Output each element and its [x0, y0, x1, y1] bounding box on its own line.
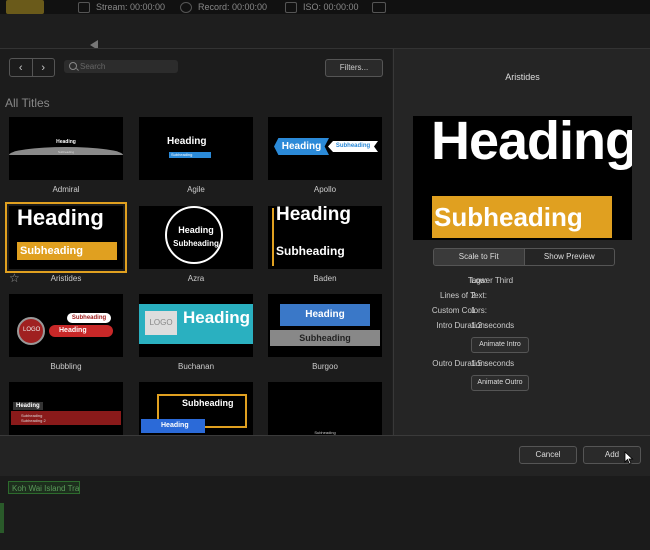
colors-label: Custom Colors:	[431, 306, 487, 315]
tile-thumbnail: Heading Subheading	[9, 117, 123, 180]
tile-bubbling[interactable]: Heading Subheading LOGO Bubbling	[9, 294, 123, 371]
tile-row4-3[interactable]: Subheading	[268, 382, 382, 435]
cancel-button[interactable]: Cancel	[519, 446, 577, 464]
search-icon	[69, 62, 77, 70]
animate-outro-button[interactable]: Animate Outro	[471, 375, 529, 391]
iso-icon	[285, 2, 297, 14]
favorite-star-icon[interactable]: ☆	[9, 271, 20, 285]
title-preview: Heading Subheading	[413, 116, 632, 240]
timeline-clip-edge	[0, 503, 4, 533]
colors-value: 1	[471, 306, 476, 315]
lines-value: 2	[471, 291, 476, 300]
tile-apollo[interactable]: Heading Subheading Apollo	[268, 117, 382, 194]
timeline-background	[0, 473, 650, 550]
stream-icon	[78, 2, 90, 14]
show-preview-button[interactable]: Show Preview	[523, 249, 615, 265]
tile-thumbnail: Heading Subheading Subheading 2	[9, 382, 123, 435]
animate-intro-button[interactable]: Animate Intro	[471, 337, 529, 353]
tile-label: Apollo	[313, 185, 337, 194]
tile-thumbnail: Heading Subheading	[268, 294, 382, 357]
back-button[interactable]: ‹	[10, 59, 32, 76]
tile-label: Agile	[187, 185, 205, 194]
tile-burgoo[interactable]: Heading Subheading Burgoo	[268, 294, 382, 371]
stream-status: Stream: 00:00:00	[78, 2, 165, 14]
tile-thumbnail: Heading Subheading LOGO	[9, 294, 123, 357]
forward-button[interactable]: ›	[31, 59, 55, 76]
app-topbar: Stream: 00:00:00 Record: 00:00:00 ISO: 0…	[0, 0, 650, 14]
scale-to-fit-button[interactable]: Scale to Fit	[434, 249, 524, 265]
titles-dialog: ‹ › Filters... All Titles Heading Subhea…	[0, 48, 650, 476]
lines-label: Lines of Text:	[440, 291, 487, 300]
filters-button[interactable]: Filters...	[325, 59, 383, 77]
record-status: Record: 00:00:00	[180, 2, 267, 14]
dialog-footer: Cancel Add	[0, 435, 650, 476]
tile-row4-1[interactable]: Heading Subheading Subheading 2	[9, 382, 123, 435]
tile-thumbnail: Heading Subheading	[268, 117, 382, 180]
tile-admiral[interactable]: Heading Subheading Admiral	[9, 117, 123, 194]
tile-label: Burgoo	[312, 362, 338, 371]
timeline-clip[interactable]: Koh Wai Island Trail	[8, 481, 80, 494]
search-box	[64, 60, 178, 73]
tile-azra[interactable]: Heading Subheading Azra	[139, 206, 253, 283]
title-detail-pane: Aristides Heading Subheading Scale to Fi…	[393, 49, 650, 435]
search-input[interactable]	[80, 60, 172, 73]
intro-value: 1.2 seconds	[471, 321, 515, 330]
chevron-left-icon: ‹	[18, 61, 23, 74]
tile-baden[interactable]: Heading Subheading Baden	[268, 206, 382, 283]
tile-row4-2[interactable]: Subheading Heading	[139, 382, 253, 435]
tile-thumbnail: Subheading Heading	[139, 382, 253, 435]
section-title: All Titles	[5, 96, 50, 110]
tile-thumbnail: Heading Subheading	[139, 117, 253, 180]
tile-agile[interactable]: Heading Subheading Agile	[139, 117, 253, 194]
tile-aristides[interactable]: Heading Subheading ☆ Aristides	[5, 202, 127, 285]
tile-label: Admiral	[52, 185, 80, 194]
preview-mode-segmented: Scale to Fit Show Preview	[433, 248, 615, 266]
record-icon	[180, 2, 192, 14]
tile-buchanan[interactable]: LOGO Heading Buchanan	[139, 294, 253, 371]
tile-thumbnail: LOGO Heading	[139, 294, 253, 357]
tile-thumbnail: Subheading	[268, 382, 382, 435]
detail-title: Aristides	[505, 72, 540, 82]
titles-browser: ‹ › Filters... All Titles Heading Subhea…	[0, 49, 392, 435]
monitor-icon[interactable]	[372, 2, 392, 14]
tile-label: Azra	[187, 274, 205, 283]
nav-buttons: ‹ ›	[9, 58, 55, 77]
tile-label: Aristides	[50, 274, 82, 283]
tile-label: Buchanan	[177, 362, 215, 371]
chevron-right-icon: ›	[41, 61, 46, 74]
tile-thumbnail: Heading Subheading	[268, 206, 382, 269]
iso-status: ISO: 00:00:00	[285, 2, 359, 14]
tile-thumbnail: Heading Subheading	[5, 202, 127, 273]
tags-value: Lower Third	[471, 276, 514, 285]
tile-label: Bubbling	[50, 362, 82, 371]
outro-value: 1.5 seconds	[471, 359, 515, 368]
tile-label: Baden	[313, 274, 337, 283]
app-logo[interactable]	[6, 0, 44, 14]
mouse-cursor-icon	[624, 451, 634, 465]
tile-thumbnail: Heading Subheading	[139, 206, 253, 269]
